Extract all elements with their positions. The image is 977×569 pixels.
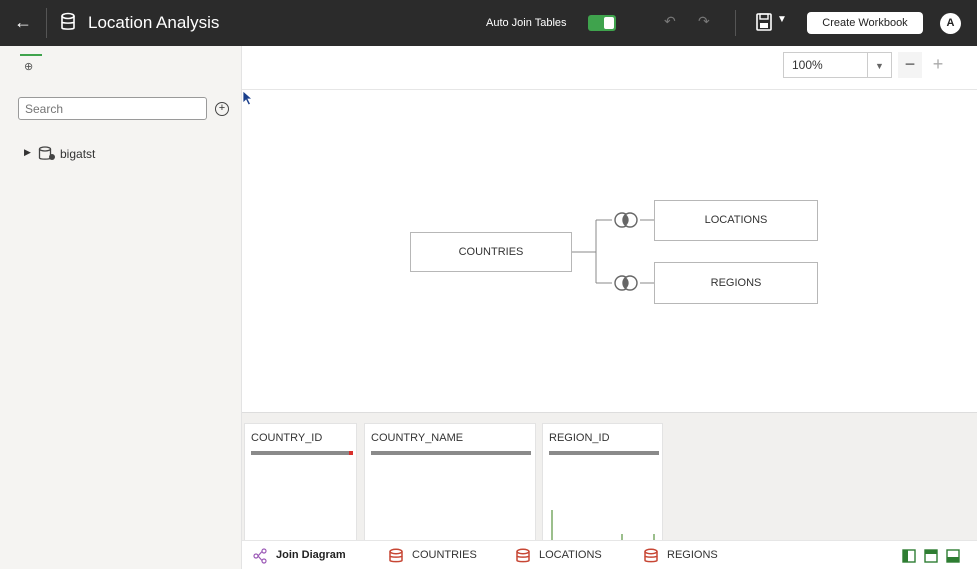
table-node-countries[interactable]: COUNTRIES xyxy=(410,232,572,272)
join-diagram-canvas[interactable]: COUNTRIES LOCATIONS REGIONS xyxy=(242,90,977,412)
active-tab-indicator xyxy=(20,54,42,56)
expand-caret-icon[interactable]: ▶ xyxy=(24,147,31,158)
top-bar: ← Location Analysis Auto Join Tables ↶ ↷… xyxy=(0,0,977,46)
tab-label: Join Diagram xyxy=(276,549,346,561)
back-arrow-icon[interactable]: ← xyxy=(14,11,34,33)
zoom-out-button[interactable]: − xyxy=(898,52,922,78)
zoom-dropdown-icon[interactable]: ▼ xyxy=(868,52,892,78)
divider xyxy=(735,10,736,36)
undo-icon[interactable]: ↶ xyxy=(664,13,676,30)
data-panel-tab[interactable]: ⊕ xyxy=(20,54,42,74)
create-workbook-button[interactable]: Create Workbook xyxy=(807,12,923,34)
column-header: COUNTRY_NAME xyxy=(371,432,464,444)
join-connectors xyxy=(572,212,654,291)
join-diagram-icon xyxy=(253,548,267,564)
table-node-locations[interactable]: LOCATIONS xyxy=(654,200,818,241)
save-menu-caret-icon[interactable]: ▼ xyxy=(777,14,787,25)
join-icon[interactable] xyxy=(614,212,638,228)
bottom-tab-bar: Join Diagram COUNTRIES LOCATIONS REGIONS xyxy=(242,540,977,569)
auto-join-toggle[interactable] xyxy=(588,15,616,31)
tab-label: REGIONS xyxy=(667,549,718,561)
column-card[interactable]: COUNTRY_NAME xyxy=(364,423,536,541)
column-card[interactable]: COUNTRY_ID xyxy=(244,423,357,541)
column-quality-bar xyxy=(251,451,351,455)
dataset-table-icon xyxy=(516,548,530,563)
dataset-table-icon xyxy=(389,548,403,563)
diagram-toolbar: 100% ▼ − + xyxy=(242,46,977,90)
zoom-level-input[interactable]: 100% xyxy=(783,52,868,78)
data-panel: ⊕ + ▶ bigatst xyxy=(0,46,242,569)
database-icon xyxy=(61,12,75,30)
column-header: REGION_ID xyxy=(549,432,610,444)
data-elements-icon: ⊕ xyxy=(24,61,34,73)
add-dataset-icon[interactable]: + xyxy=(215,102,229,116)
column-card[interactable]: REGION_ID xyxy=(542,423,663,541)
auto-join-label: Auto Join Tables xyxy=(486,17,567,29)
tree-item-label: bigatst xyxy=(60,147,96,161)
connection-icon xyxy=(38,146,55,160)
histogram-bar xyxy=(551,510,553,540)
mouse-cursor-icon xyxy=(242,90,254,106)
column-quality-bar xyxy=(549,451,659,455)
redo-icon[interactable]: ↷ xyxy=(698,13,710,30)
quality-marker xyxy=(349,451,353,455)
tab-label: LOCATIONS xyxy=(539,549,602,561)
user-avatar[interactable]: A xyxy=(940,13,961,34)
save-icon[interactable] xyxy=(756,13,772,31)
join-icon[interactable] xyxy=(614,275,638,291)
divider xyxy=(46,8,47,38)
layout-bottom-panel-icon[interactable] xyxy=(946,549,960,563)
dataset-table-icon xyxy=(644,548,658,563)
page-title: Location Analysis xyxy=(88,13,220,32)
column-quality-bar xyxy=(371,451,531,455)
data-preview-panel: COUNTRY_ID COUNTRY_NAME REGION_ID xyxy=(242,412,977,541)
layout-left-panel-icon[interactable] xyxy=(902,549,916,563)
zoom-in-button[interactable]: + xyxy=(926,52,950,78)
tab-label: COUNTRIES xyxy=(412,549,477,561)
search-input[interactable] xyxy=(18,97,207,120)
table-node-regions[interactable]: REGIONS xyxy=(654,262,818,304)
layout-top-panel-icon[interactable] xyxy=(924,549,938,563)
toggle-knob xyxy=(604,17,614,29)
column-header: COUNTRY_ID xyxy=(251,432,323,444)
